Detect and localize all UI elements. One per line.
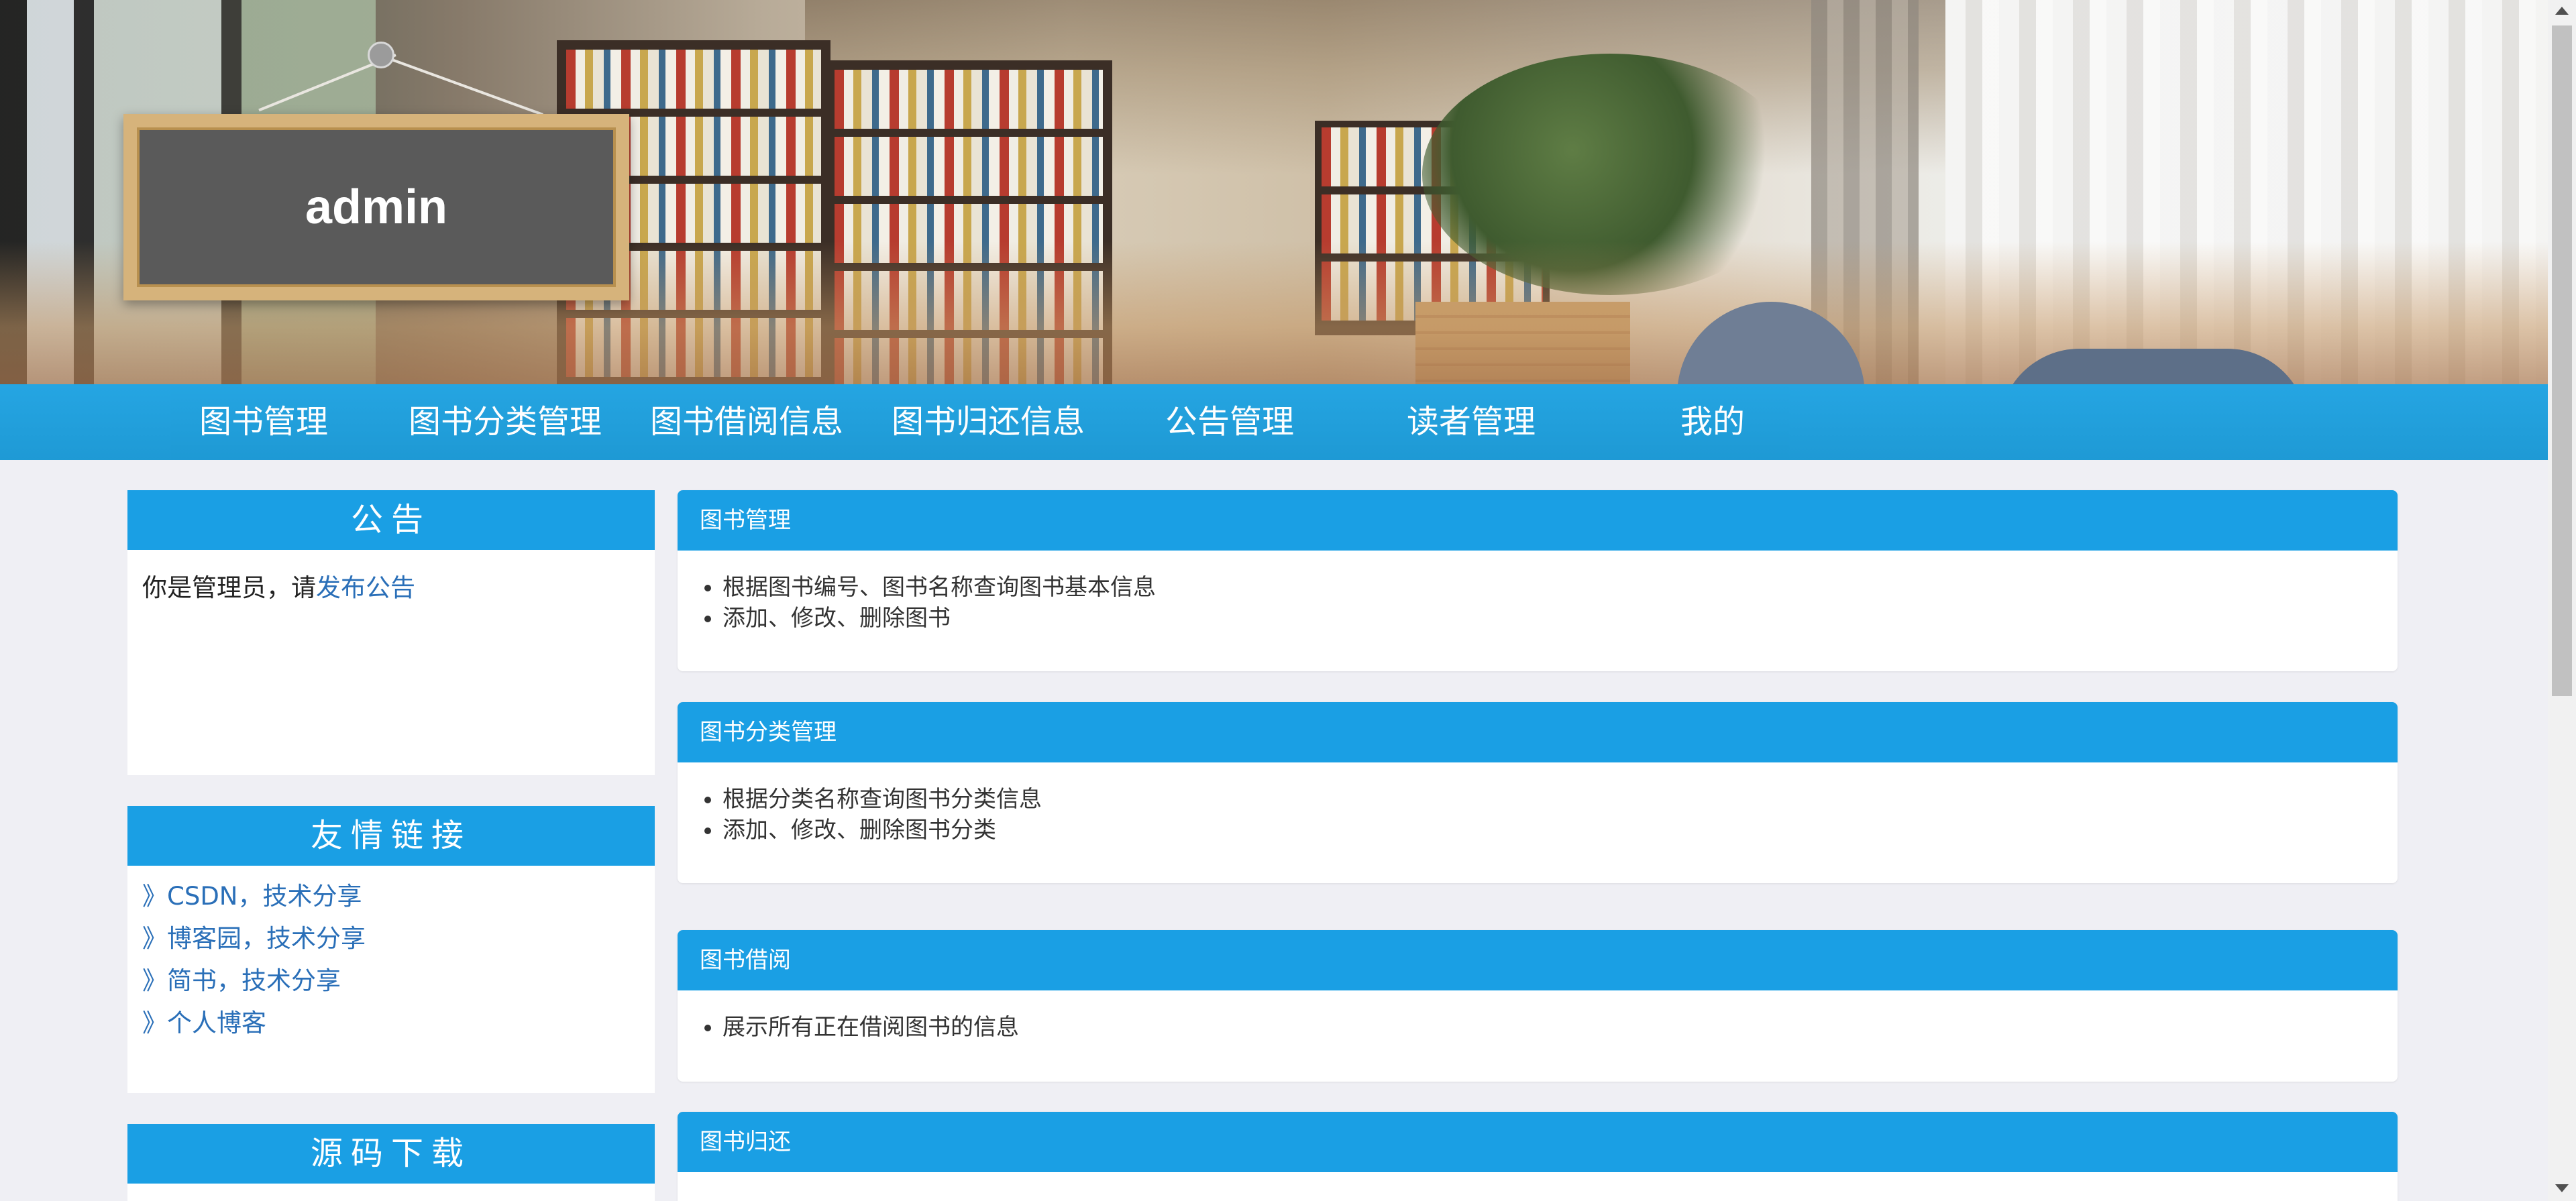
scroll-down-arrow-icon[interactable] xyxy=(2555,1184,2569,1192)
panel-book-management: 图书管理 根据图书编号、图书名称查询图书基本信息 添加、修改、删除图书 xyxy=(678,490,2398,671)
source-download-box: 源码下载 xyxy=(127,1124,655,1201)
panel-title: 图书归还 xyxy=(678,1112,2398,1172)
friend-link-personal-blog[interactable]: 》个人博客 xyxy=(142,1002,640,1044)
panel-title: 图书分类管理 xyxy=(678,702,2398,762)
nav-item-announcement-management[interactable]: 公告管理 xyxy=(1165,384,1294,460)
main-nav: 图书管理 图书分类管理 图书借阅信息 图书归还信息 公告管理 读者管理 我的 xyxy=(0,384,2548,460)
publish-announcement-link[interactable]: 发布公告 xyxy=(316,573,415,602)
board-rope xyxy=(378,54,544,116)
nav-item-return-info[interactable]: 图书归还信息 xyxy=(892,384,1085,460)
panel-title: 图书管理 xyxy=(678,490,2398,551)
list-item: 根据分类名称查询图书分类信息 xyxy=(722,784,2375,815)
nav-item-reader-management[interactable]: 读者管理 xyxy=(1407,384,1536,460)
header-banner: admin xyxy=(0,0,2548,384)
username-label: admin xyxy=(305,180,448,234)
panel-body: 根据分类名称查询图书分类信息 添加、修改、删除图书分类 xyxy=(678,762,2398,867)
friend-link-cnblogs[interactable]: 》博客园，技术分享 xyxy=(142,917,640,960)
scroll-up-arrow-icon[interactable] xyxy=(2555,7,2569,15)
announcement-text: 你是管理员，请 xyxy=(142,573,316,602)
panel-title: 图书借阅 xyxy=(678,930,2398,990)
board-pin-icon xyxy=(368,42,394,68)
username-chalkboard: admin xyxy=(123,114,629,300)
friend-link-jianshu[interactable]: 》简书，技术分享 xyxy=(142,960,640,1002)
source-download-title: 源码下载 xyxy=(127,1124,655,1184)
panel-list: 根据图书编号、图书名称查询图书基本信息 添加、修改、删除图书 xyxy=(700,572,2375,634)
panel-list: 根据分类名称查询图书分类信息 添加、修改、删除图书分类 xyxy=(700,784,2375,846)
panel-category-management: 图书分类管理 根据分类名称查询图书分类信息 添加、修改、删除图书分类 xyxy=(678,702,2398,883)
nav-item-category-management[interactable]: 图书分类管理 xyxy=(409,384,602,460)
announcement-body: 你是管理员，请发布公告 xyxy=(127,550,655,621)
friend-links-box: 友情链接 》CSDN，技术分享 》博客园，技术分享 》简书，技术分享 》个人博客 xyxy=(127,806,655,1093)
panel-body: 根据图书编号、图书名称查询图书基本信息 添加、修改、删除图书 xyxy=(678,551,2398,655)
panel-book-return: 图书归还 xyxy=(678,1112,2398,1201)
friend-links-list: 》CSDN，技术分享 》博客园，技术分享 》简书，技术分享 》个人博客 xyxy=(127,866,655,1053)
list-item: 添加、修改、删除图书 xyxy=(722,603,2375,634)
page-scrollbar[interactable] xyxy=(2548,0,2576,1201)
nav-item-mine[interactable]: 我的 xyxy=(1680,384,1745,460)
scrollbar-thumb[interactable] xyxy=(2552,25,2572,696)
list-item: 展示所有正在借阅图书的信息 xyxy=(722,1012,2375,1043)
list-item: 添加、修改、删除图书分类 xyxy=(722,815,2375,846)
panel-book-borrow: 图书借阅 展示所有正在借阅图书的信息 xyxy=(678,930,2398,1082)
list-item: 根据图书编号、图书名称查询图书基本信息 xyxy=(722,572,2375,603)
panel-body: 展示所有正在借阅图书的信息 xyxy=(678,990,2398,1064)
friend-links-title: 友情链接 xyxy=(127,806,655,866)
announcement-title: 公告 xyxy=(127,490,655,550)
panel-list: 展示所有正在借阅图书的信息 xyxy=(700,1012,2375,1043)
nav-item-book-management[interactable]: 图书管理 xyxy=(199,384,328,460)
nav-item-borrow-info[interactable]: 图书借阅信息 xyxy=(650,384,843,460)
announcement-box: 公告 你是管理员，请发布公告 xyxy=(127,490,655,775)
friend-link-csdn[interactable]: 》CSDN，技术分享 xyxy=(142,875,640,917)
